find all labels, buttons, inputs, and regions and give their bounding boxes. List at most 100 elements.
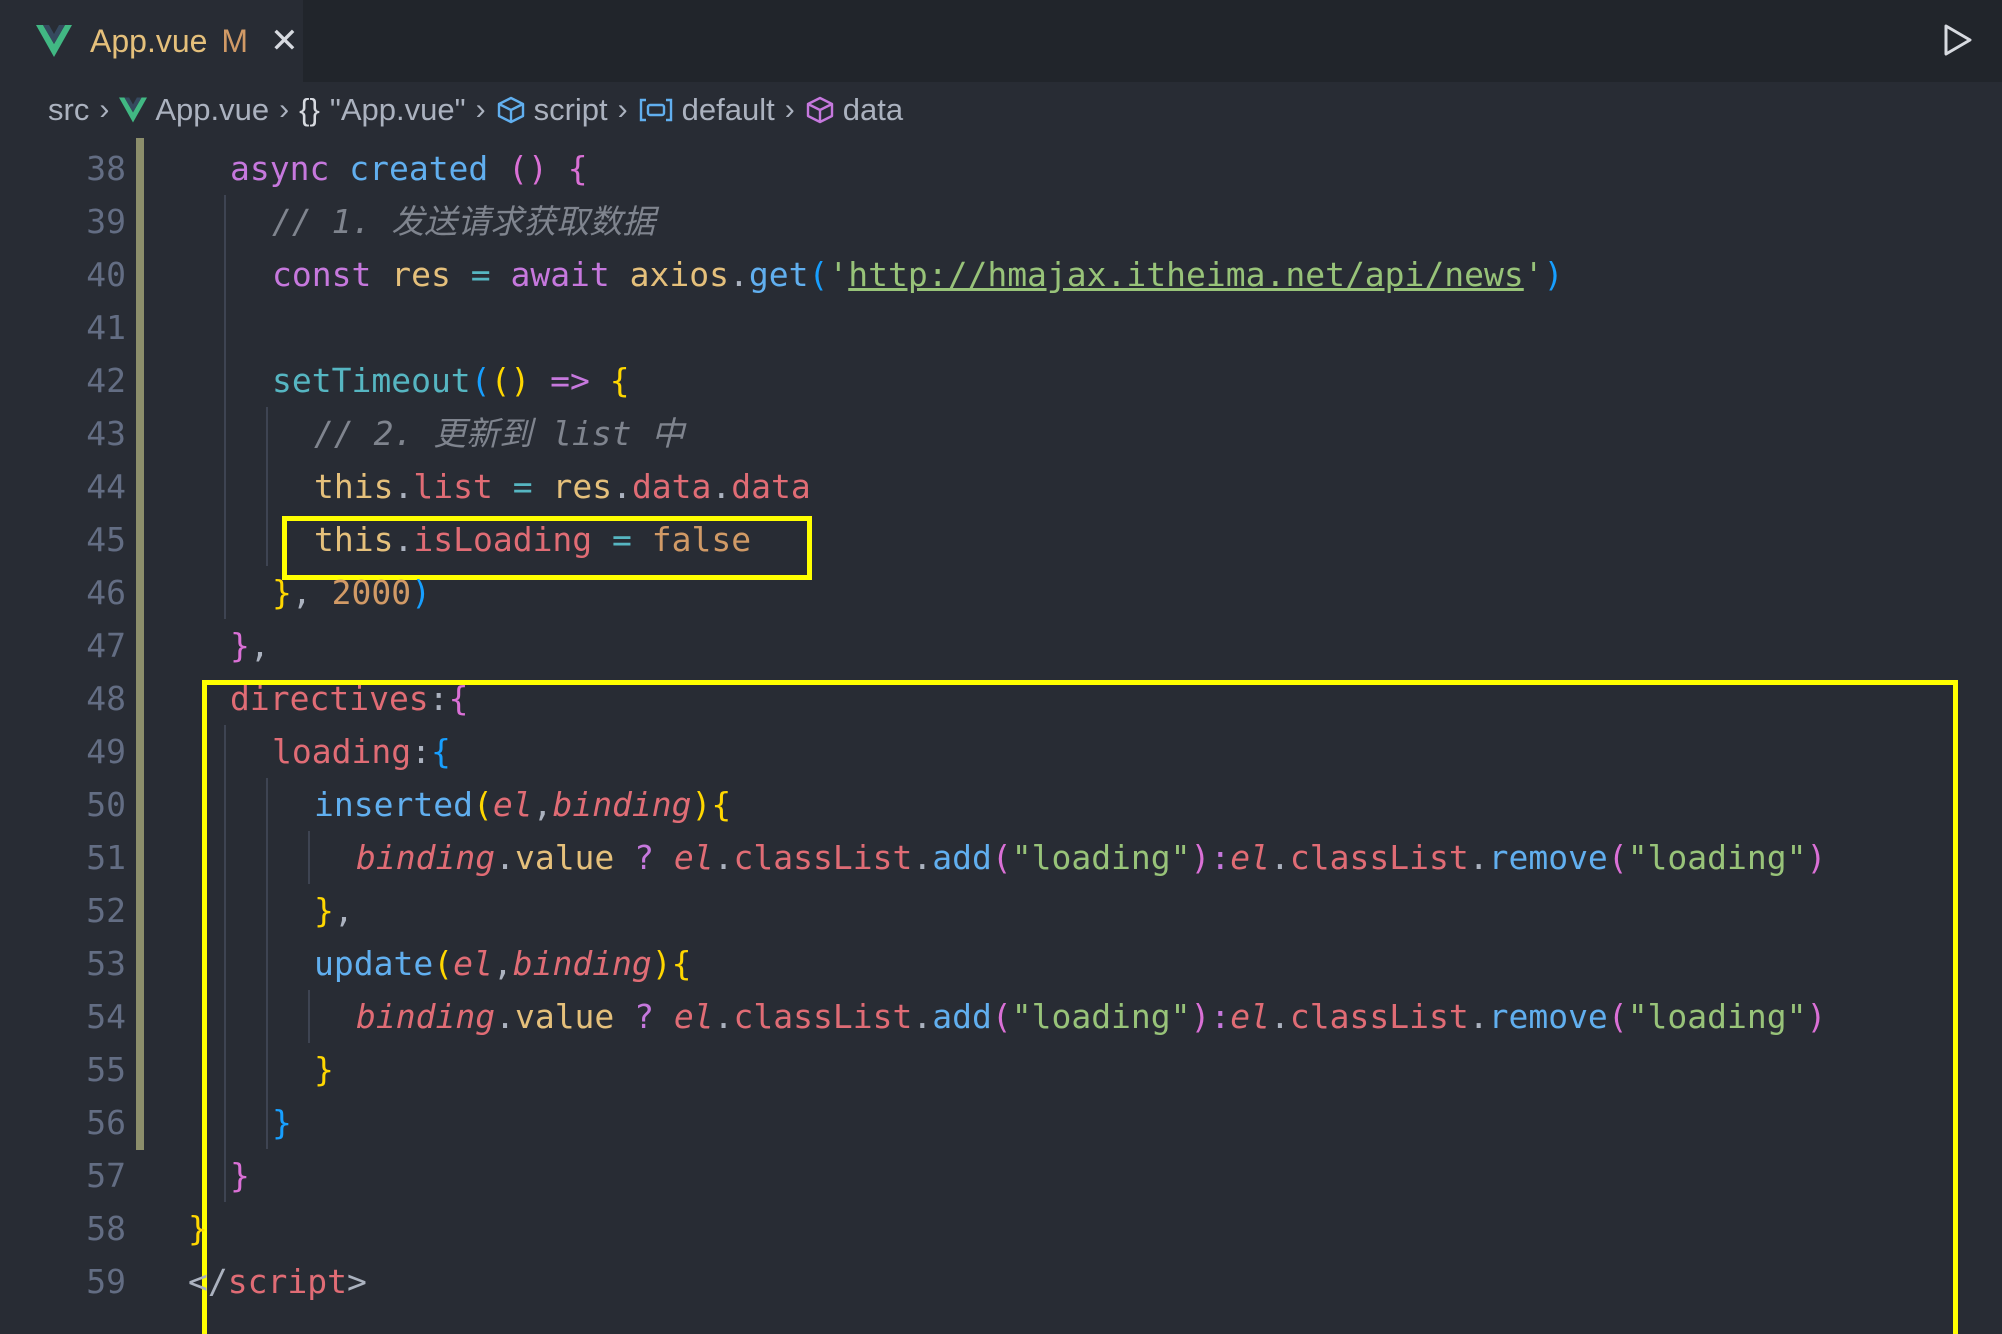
code-line[interactable]: 48 directives:{	[0, 672, 2002, 725]
code-token: inserted	[314, 785, 473, 824]
chevron-right-icon: ›	[784, 93, 795, 126]
code-line[interactable]: 44 this.list = res.data.data	[0, 460, 2002, 513]
code-token: data	[731, 467, 811, 506]
code-token: .	[1270, 838, 1290, 877]
code-line[interactable]: 45 this.isLoading = false	[0, 513, 2002, 566]
close-icon[interactable]: ✕	[270, 24, 299, 58]
code-token: ,	[249, 626, 270, 665]
code-text: setTimeout(() => {	[272, 354, 630, 407]
code-token: )	[651, 944, 672, 983]
breadcrumb-item-script[interactable]: script	[534, 92, 608, 128]
code-text: update(el,binding){	[314, 937, 692, 990]
code-token: 2000	[331, 573, 412, 612]
code-token: {	[609, 361, 630, 400]
line-number: 44	[86, 467, 126, 506]
code-text: this.isLoading = false	[314, 513, 751, 566]
code-line[interactable]: 59 </script>	[0, 1255, 2002, 1308]
code-line[interactable]: 57}	[0, 1149, 2002, 1202]
vue-file-icon	[36, 25, 72, 57]
code-token: .	[729, 255, 749, 294]
code-editor[interactable]: 38 async created () {39// 1. 发送请求获取数据 40 co…	[0, 138, 2002, 1334]
code-text: }	[314, 1043, 334, 1096]
code-token: .	[1468, 997, 1489, 1036]
code-token: =	[470, 255, 511, 294]
code-text: directives:{	[230, 672, 468, 725]
code-token: (	[991, 997, 1012, 1036]
line-number: 39	[86, 202, 126, 241]
code-token: .	[612, 467, 632, 506]
code-token: el	[1230, 838, 1271, 877]
code-token: created	[349, 149, 509, 188]
chevron-right-icon: ›	[279, 93, 290, 126]
code-token: el	[673, 838, 714, 877]
code-token: (	[433, 944, 454, 983]
code-token: >	[346, 1262, 367, 1301]
code-token: res	[391, 255, 471, 294]
code-token: {	[567, 149, 588, 188]
code-line[interactable]: 53 update(el,binding){	[0, 937, 2002, 990]
editor-tab-app-vue[interactable]: App.vue M ✕	[0, 0, 303, 82]
code-token: ?	[634, 997, 674, 1036]
code-token: el	[492, 785, 533, 824]
code-token: classList	[1289, 997, 1469, 1036]
code-line[interactable]: 49 loading:{	[0, 725, 2002, 778]
code-token: }	[272, 573, 292, 612]
code-token: async	[230, 149, 350, 188]
code-line[interactable]: 43 // 2. 更新到 list 中	[0, 407, 2002, 460]
code-line[interactable]: 58}	[0, 1202, 2002, 1255]
code-line[interactable]: 50 inserted(el,binding){	[0, 778, 2002, 831]
breadcrumb-item-src[interactable]: src	[48, 92, 89, 128]
code-line[interactable]: 41	[0, 301, 2002, 354]
breadcrumb-item-default[interactable]: default	[682, 92, 775, 128]
tab-bar: App.vue M ✕	[0, 0, 2002, 82]
chevron-right-icon: ›	[617, 93, 628, 126]
code-line[interactable]: 55}	[0, 1043, 2002, 1096]
line-number: 56	[86, 1103, 126, 1142]
code-line[interactable]: 56}	[0, 1096, 2002, 1149]
tab-filename: App.vue	[90, 22, 208, 59]
code-line[interactable]: 46}, 2000)	[0, 566, 2002, 619]
code-line[interactable]: 52},	[0, 884, 2002, 937]
code-token: http://hmajax.itheima.net/api/news	[848, 255, 1524, 294]
code-line[interactable]: 39 // 1. 发送请求获取数据	[0, 195, 2002, 248]
code-text: }	[272, 1096, 292, 1149]
line-number: 47	[86, 626, 126, 665]
code-token: setTimeout	[272, 361, 471, 400]
line-number: 46	[86, 573, 126, 612]
code-token: ,	[532, 785, 553, 824]
line-number: 42	[86, 361, 126, 400]
code-token: isLoading	[413, 520, 613, 559]
code-token: .	[495, 838, 515, 877]
cube-icon	[497, 96, 524, 124]
code-token: .	[713, 838, 734, 877]
code-token: =	[612, 520, 652, 559]
code-token: script	[227, 1262, 347, 1301]
code-text: },	[314, 884, 354, 937]
code-token: get	[748, 255, 809, 294]
code-line[interactable]: 38 async created () {	[0, 142, 2002, 195]
code-token: {	[448, 679, 469, 718]
code-line[interactable]: 51 binding.value ? el.classList.add("load…	[0, 831, 2002, 884]
line-number: 52	[86, 891, 126, 930]
code-line[interactable]: 47},	[0, 619, 2002, 672]
code-line[interactable]: 40 const res = await axios.get('http://hm…	[0, 248, 2002, 301]
code-token: "loading"	[1011, 838, 1191, 877]
line-number: 51	[86, 838, 126, 877]
run-icon[interactable]	[1936, 20, 1976, 60]
code-line[interactable]: 42 setTimeout(() => {	[0, 354, 2002, 407]
breadcrumb-item-data[interactable]: data	[843, 92, 903, 128]
code-token: }	[230, 626, 250, 665]
line-number: 43	[86, 414, 126, 453]
breadcrumb-item-file[interactable]: App.vue	[155, 92, 269, 128]
line-number: 55	[86, 1050, 126, 1089]
code-token: .	[495, 997, 515, 1036]
code-token: (	[991, 838, 1012, 877]
code-line[interactable]: 54 binding.value ? el.classList.add("load…	[0, 990, 2002, 1043]
line-number: 54	[86, 997, 126, 1036]
code-token: list	[413, 467, 513, 506]
code-token: }	[230, 1156, 250, 1195]
code-token: :	[411, 732, 431, 771]
breadcrumb-item-module[interactable]: "App.vue"	[330, 92, 466, 128]
chevron-right-icon: ›	[99, 93, 110, 126]
code-token: binding	[356, 838, 496, 877]
